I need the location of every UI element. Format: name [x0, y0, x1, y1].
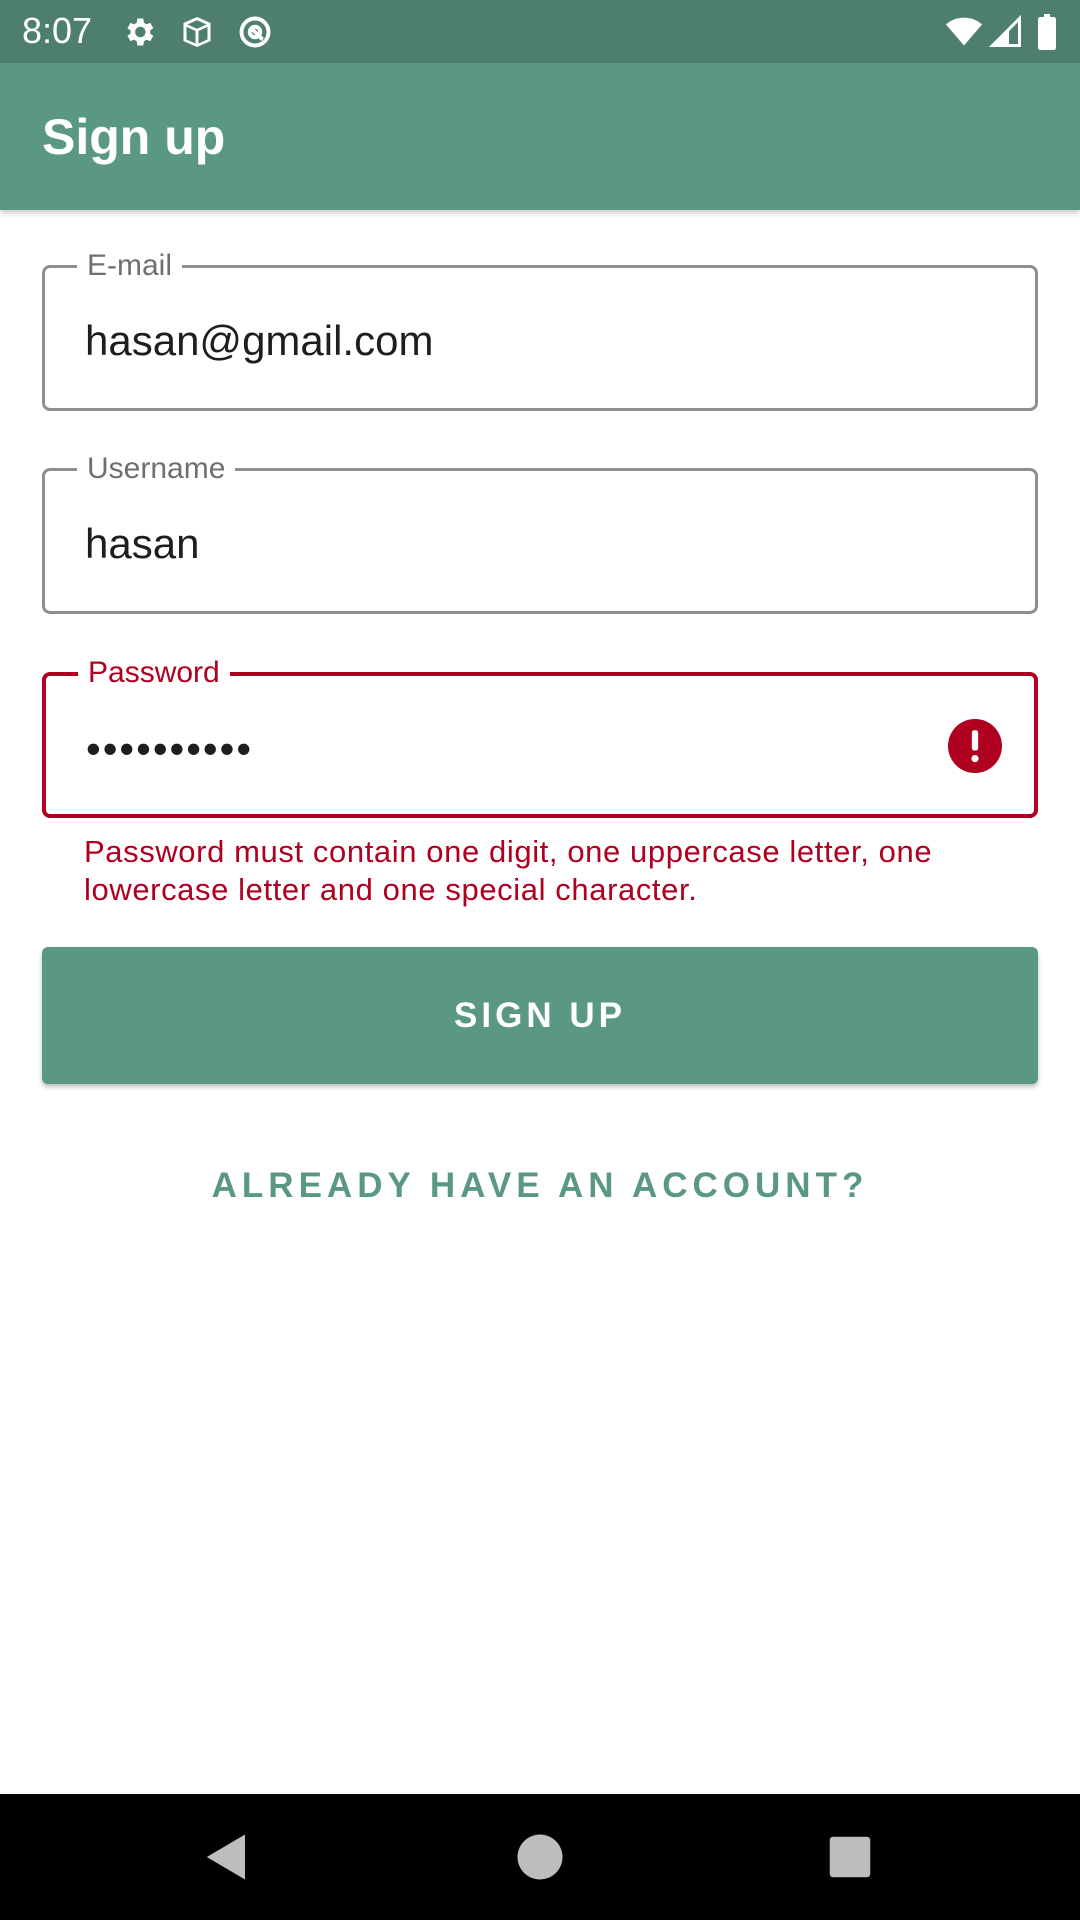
- password-value: ••••••••••: [86, 725, 254, 772]
- email-label: E-mail: [77, 248, 183, 284]
- password-error-message: Password must contain one digit, one upp…: [84, 834, 933, 907]
- settings-icon: [121, 14, 157, 50]
- navigation-bar: [0, 1794, 1080, 1920]
- back-icon[interactable]: [200, 1830, 254, 1884]
- password-field[interactable]: Password ••••••••••: [42, 655, 1038, 818]
- error-icon: [948, 719, 1002, 773]
- already-have-account-label: ALREADY HAVE AN ACCOUNT?: [211, 1166, 869, 1205]
- username-label: Username: [77, 451, 236, 487]
- recents-icon[interactable]: [823, 1830, 877, 1884]
- page-title: Sign up: [42, 109, 226, 165]
- cell-signal-icon: [988, 14, 1024, 50]
- status-time: 8:07: [22, 10, 93, 51]
- username-value: hasan: [85, 520, 200, 567]
- username-field[interactable]: Username hasan: [42, 451, 1038, 614]
- password-label: Password: [78, 655, 230, 691]
- email-field[interactable]: E-mail hasan@gmail.com: [42, 248, 1038, 411]
- at-sign-icon: [237, 14, 273, 50]
- battery-icon: [1036, 14, 1058, 50]
- package-icon: [179, 14, 215, 50]
- wifi-icon: [944, 14, 984, 50]
- signup-screen: 8:07 Sign up E-mail hasan@gmail.com User…: [0, 0, 1080, 1920]
- signup-button-label: SIGN UP: [454, 995, 626, 1035]
- app-bar: Sign up: [0, 63, 1080, 210]
- home-icon[interactable]: [513, 1830, 567, 1884]
- already-have-account-link[interactable]: ALREADY HAVE AN ACCOUNT?: [0, 1160, 1080, 1212]
- email-value: hasan@gmail.com: [85, 317, 434, 364]
- signup-button[interactable]: SIGN UP: [42, 947, 1038, 1084]
- status-bar: 8:07: [0, 0, 1080, 63]
